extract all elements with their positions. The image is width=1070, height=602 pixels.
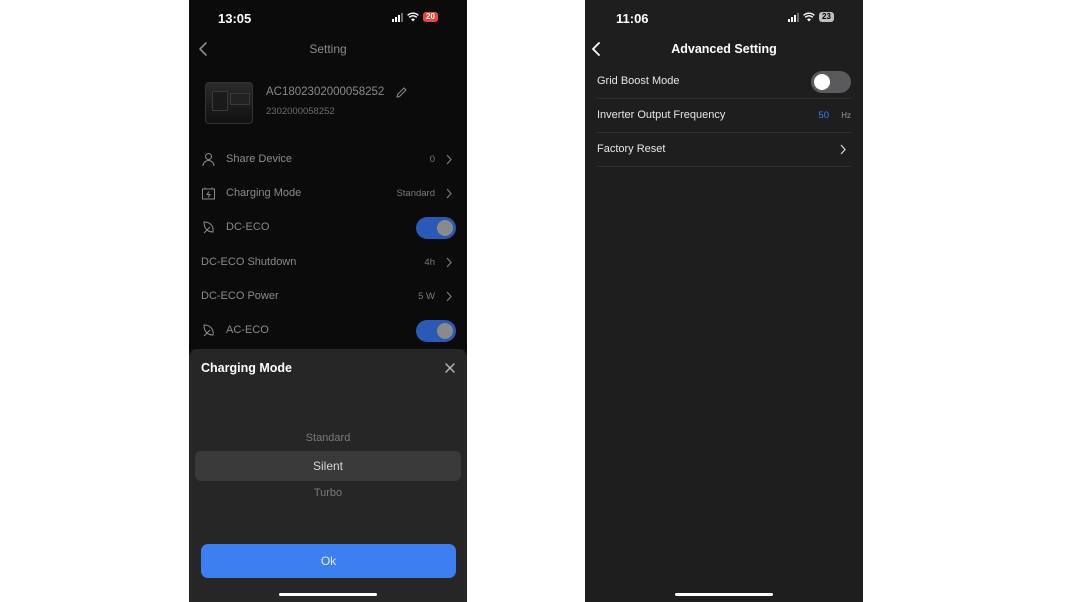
home-indicator xyxy=(675,593,773,596)
dc-eco-power-label: DC-ECO Power xyxy=(201,290,279,302)
chevron-right-icon xyxy=(446,188,452,199)
page-title: Advanced Setting xyxy=(671,42,777,56)
cellular-signal-icon xyxy=(788,12,799,22)
charging-mode-label: Charging Mode xyxy=(226,187,302,199)
ac-eco-row: AC-ECO xyxy=(189,314,467,348)
cellular-signal-icon xyxy=(392,12,403,22)
eco-icon xyxy=(203,324,214,337)
charging-mode-sheet: Charging Mode Standard Silent Turbo Ok xyxy=(189,349,467,602)
share-device-count: 0 xyxy=(429,154,435,165)
picker-selected-label: Silent xyxy=(312,459,344,473)
chevron-right-icon xyxy=(446,154,452,165)
share-device-row[interactable]: Share Device 0 xyxy=(189,143,467,177)
ok-button[interactable]: Ok xyxy=(201,544,456,578)
dc-eco-power-row[interactable]: DC-ECO Power 5 W xyxy=(189,280,467,314)
phone-screen-setting: 13:05 20 Setting AC1802302000058252 2302… xyxy=(189,0,467,602)
sheet-title: Charging Mode xyxy=(201,361,292,375)
status-icons: 20 xyxy=(392,12,438,22)
charging-mode-row[interactable]: Charging Mode Standard xyxy=(189,177,467,211)
share-device-label: Share Device xyxy=(226,153,293,165)
dc-eco-toggle[interactable] xyxy=(416,217,456,239)
device-serial: 2302000058252 xyxy=(266,106,335,117)
charging-mode-icon xyxy=(202,187,215,200)
dc-eco-label: DC-ECO xyxy=(226,221,270,233)
chevron-right-icon xyxy=(446,257,452,268)
dc-eco-shutdown-value: 4h xyxy=(424,257,435,268)
edit-pencil-icon[interactable] xyxy=(395,86,408,99)
dc-eco-shutdown-row[interactable]: DC-ECO Shutdown 4h xyxy=(189,246,467,280)
nav-bar: Advanced Setting xyxy=(585,36,863,62)
inverter-output-frequency-label: Inverter Output Frequency xyxy=(597,109,726,121)
picker-option-standard[interactable]: Standard xyxy=(189,432,467,444)
status-bar: 11:06 23 xyxy=(585,0,863,36)
factory-reset-label: Factory Reset xyxy=(597,143,666,155)
device-image xyxy=(205,82,253,124)
status-time: 11:06 xyxy=(616,11,649,26)
dc-eco-row: DC-ECO xyxy=(189,211,467,245)
frequency-unit: Hz xyxy=(841,111,851,120)
page-title: Setting xyxy=(309,42,347,56)
factory-reset-row[interactable]: Factory Reset xyxy=(597,133,851,167)
grid-boost-mode-label: Grid Boost Mode xyxy=(597,75,680,87)
home-indicator xyxy=(279,593,377,596)
device-name: AC1802302000058252 xyxy=(266,86,385,98)
status-time: 13:05 xyxy=(218,11,252,26)
wifi-icon xyxy=(407,12,419,22)
battery-icon: 20 xyxy=(423,12,438,22)
dc-eco-power-value: 5 W xyxy=(418,291,435,302)
wifi-icon xyxy=(803,12,815,22)
status-icons: 23 xyxy=(788,12,834,22)
chevron-right-icon xyxy=(840,144,846,155)
person-icon xyxy=(202,153,215,167)
frequency-value[interactable]: 50 xyxy=(818,110,829,121)
dc-eco-shutdown-label: DC-ECO Shutdown xyxy=(201,256,297,268)
picker-option-turbo[interactable]: Turbo xyxy=(189,487,467,499)
grid-boost-mode-row: Grid Boost Mode xyxy=(597,65,851,99)
grid-boost-mode-toggle[interactable] xyxy=(811,71,851,93)
ac-eco-label: AC-ECO xyxy=(226,324,269,336)
battery-icon: 23 xyxy=(819,12,834,22)
eco-icon xyxy=(203,221,214,234)
close-icon[interactable] xyxy=(444,362,456,374)
inverter-output-frequency-row[interactable]: Inverter Output Frequency 50 Hz xyxy=(597,99,851,133)
nav-bar: Setting xyxy=(189,36,467,62)
device-card: AC1802302000058252 2302000058252 xyxy=(203,80,463,130)
chevron-right-icon xyxy=(446,291,452,302)
charging-mode-value: Standard xyxy=(396,188,435,199)
phone-screen-advanced-setting: 11:06 23 Advanced Setting Grid Boost Mod… xyxy=(585,0,863,602)
status-bar: 13:05 20 xyxy=(189,0,467,36)
ac-eco-toggle[interactable] xyxy=(416,320,456,342)
picker-option-silent[interactable]: Silent xyxy=(195,451,461,481)
